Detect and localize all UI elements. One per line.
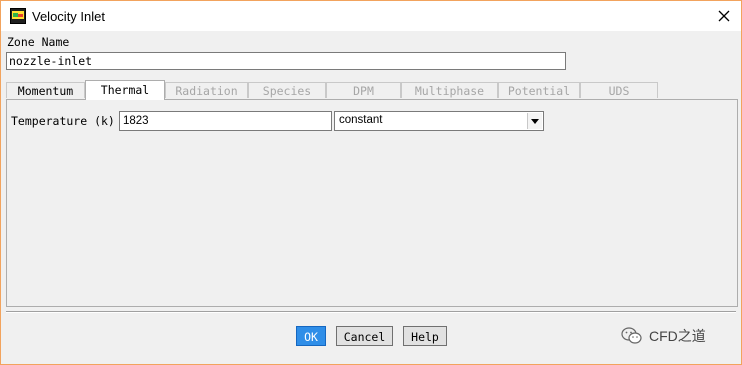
close-icon: [718, 10, 730, 22]
dialog-window: Velocity Inlet Zone Name nozzle-inlet Mo…: [0, 0, 742, 365]
title-bar[interactable]: Velocity Inlet: [1, 1, 741, 31]
footer-divider: [6, 311, 736, 313]
tab-uds[interactable]: UDS: [580, 82, 658, 98]
zone-name-label: Zone Name: [7, 35, 70, 49]
tab-momentum[interactable]: Momentum: [6, 82, 85, 98]
temperature-input[interactable]: 1823: [119, 111, 332, 131]
tab-thermal[interactable]: Thermal: [85, 80, 165, 100]
close-button[interactable]: [713, 5, 735, 27]
temperature-label: Temperature (k): [11, 114, 115, 128]
zone-name-field[interactable]: nozzle-inlet: [6, 52, 566, 70]
tab-multiphase[interactable]: Multiphase: [401, 82, 498, 98]
tab-species[interactable]: Species: [248, 82, 326, 98]
ok-button[interactable]: OK: [296, 326, 326, 346]
tab-radiation[interactable]: Radiation: [165, 82, 248, 98]
help-button[interactable]: Help: [403, 326, 447, 346]
temperature-method-dropdown[interactable]: constant: [334, 111, 544, 131]
thermal-panel: Temperature (k) 1823 constant: [6, 99, 738, 307]
watermark-text: CFD之道: [649, 328, 706, 344]
tab-dpm[interactable]: DPM: [326, 82, 401, 98]
window-title: Velocity Inlet: [32, 9, 105, 24]
fluent-app-icon: [10, 8, 26, 24]
watermark: CFD之道: [621, 323, 706, 349]
cancel-button[interactable]: Cancel: [336, 326, 393, 346]
temperature-method-value: constant: [339, 114, 383, 126]
dropdown-arrow[interactable]: [527, 113, 542, 129]
wechat-icon: [621, 327, 642, 344]
chevron-down-icon: [531, 118, 539, 124]
tab-potential[interactable]: Potential: [498, 82, 580, 98]
